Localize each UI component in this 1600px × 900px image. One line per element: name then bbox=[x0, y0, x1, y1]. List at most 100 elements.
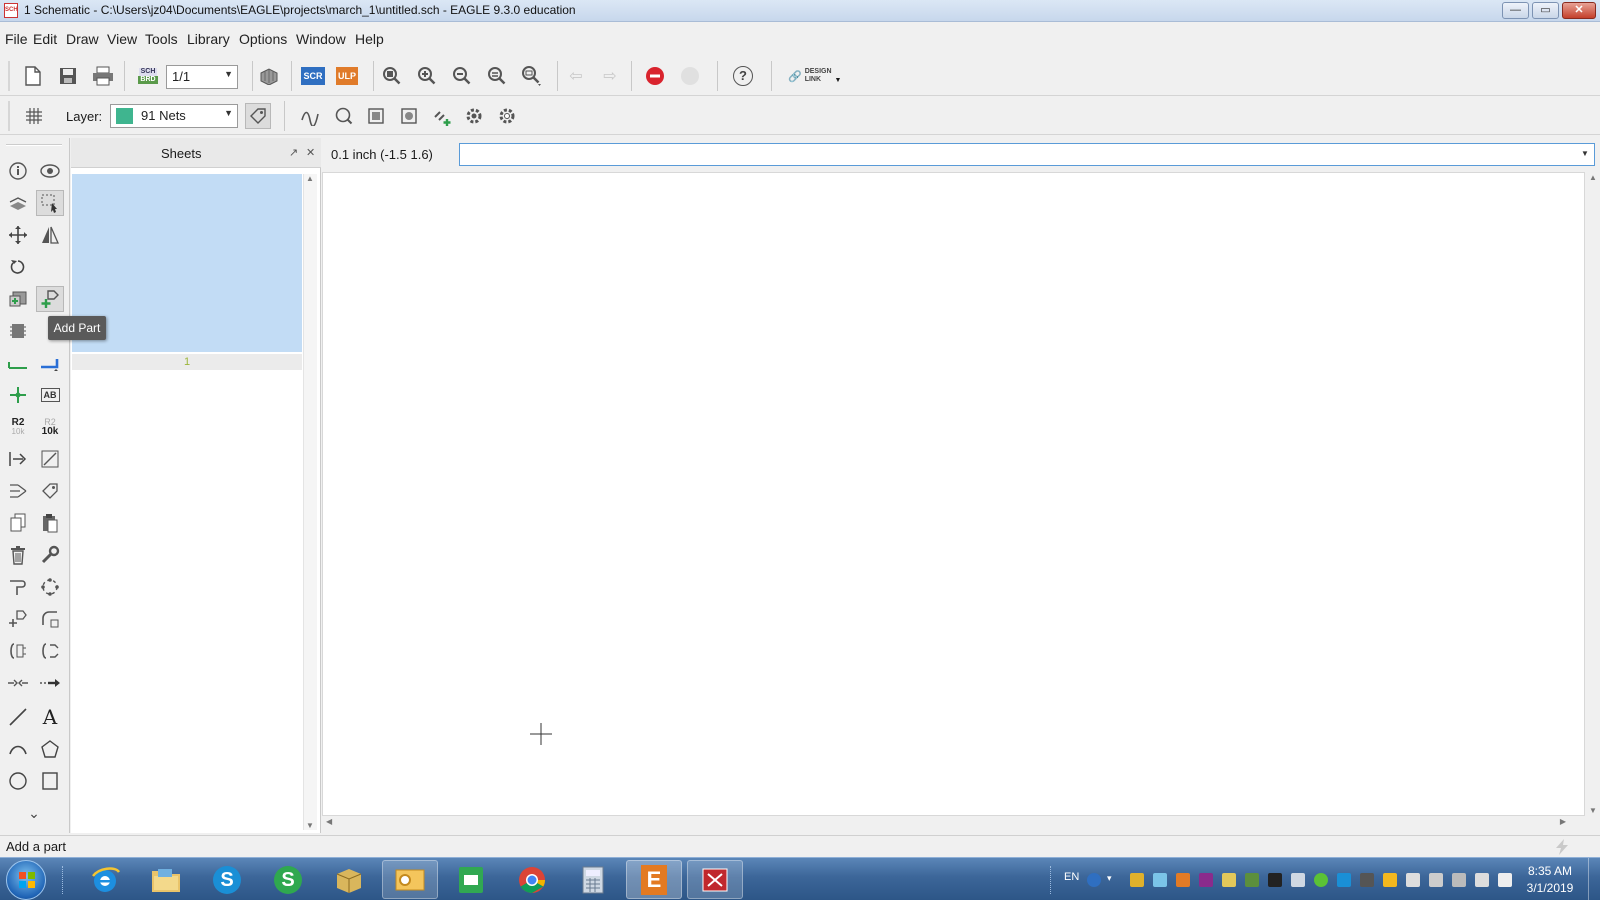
layer-select[interactable]: 91 Nets ▼ bbox=[110, 104, 238, 128]
zoom-in-icon[interactable] bbox=[414, 63, 440, 89]
menu-options[interactable]: Options bbox=[239, 31, 287, 47]
volume-tray-icon[interactable] bbox=[1498, 873, 1512, 887]
tools-tray-icon[interactable] bbox=[1222, 873, 1236, 887]
optimize-icon[interactable] bbox=[36, 574, 64, 600]
more-tools-icon[interactable]: ⌄ bbox=[20, 800, 48, 826]
taskbar-skype[interactable]: S bbox=[199, 860, 255, 899]
sch-brd-switch-icon[interactable]: SCH BRD bbox=[135, 63, 161, 89]
redo-icon[interactable]: ⇨ bbox=[597, 63, 623, 89]
add-part-icon[interactable] bbox=[36, 286, 64, 312]
wire-bend-icon[interactable] bbox=[297, 103, 323, 129]
canvas-vertical-scrollbar[interactable]: ▲ ▼ bbox=[1586, 172, 1600, 816]
menu-library[interactable]: Library bbox=[187, 31, 230, 47]
tag-icon[interactable] bbox=[245, 103, 271, 129]
mirror-icon[interactable] bbox=[36, 222, 64, 248]
zoom-select-icon[interactable] bbox=[519, 63, 545, 89]
print-icon[interactable] bbox=[90, 63, 116, 89]
draw-wire-icon[interactable] bbox=[4, 704, 32, 730]
flag-tray-icon[interactable] bbox=[1406, 873, 1420, 887]
menu-help[interactable]: Help bbox=[355, 31, 384, 47]
menu-tools[interactable]: Tools bbox=[145, 31, 178, 47]
taskbar-chrome[interactable] bbox=[504, 860, 560, 899]
save-icon[interactable] bbox=[55, 63, 81, 89]
magnify-bolt-icon[interactable] bbox=[331, 103, 357, 129]
keyboard-tray-icon[interactable] bbox=[1291, 873, 1305, 887]
help-tray-icon[interactable] bbox=[1087, 873, 1101, 887]
sheet-select[interactable]: 1/1 ▼ bbox=[166, 65, 238, 89]
language-indicator[interactable]: EN bbox=[1064, 871, 1079, 883]
rectangle-icon[interactable] bbox=[36, 768, 64, 794]
split-icon[interactable] bbox=[4, 574, 32, 600]
group-select-icon[interactable] bbox=[36, 190, 64, 216]
taskbar-package-app[interactable] bbox=[321, 860, 377, 899]
menu-view[interactable]: View bbox=[107, 31, 137, 47]
taskbar-spreadsheet-app[interactable]: S bbox=[260, 860, 316, 899]
network-share-tray-icon[interactable] bbox=[1153, 873, 1167, 887]
maximize-button[interactable]: ▭ bbox=[1532, 2, 1559, 19]
paste-icon[interactable] bbox=[36, 510, 64, 536]
minimize-button[interactable]: — bbox=[1502, 2, 1529, 19]
copy-group-icon[interactable] bbox=[4, 286, 32, 312]
zoom-redraw-icon[interactable] bbox=[484, 63, 510, 89]
undo-icon[interactable]: ⇦ bbox=[563, 63, 589, 89]
menu-window[interactable]: Window bbox=[296, 31, 346, 47]
menu-edit[interactable]: Edit bbox=[33, 31, 57, 47]
delete-icon[interactable] bbox=[4, 542, 32, 568]
network-tray-icon[interactable] bbox=[1475, 873, 1489, 887]
run-ulp-icon[interactable]: ULP bbox=[334, 63, 360, 89]
sheet-thumbnail[interactable] bbox=[72, 174, 302, 352]
help-icon[interactable]: ? bbox=[730, 63, 756, 89]
start-button[interactable] bbox=[6, 860, 46, 900]
label-icon[interactable]: AB bbox=[36, 382, 64, 408]
taskbar-calculator[interactable] bbox=[565, 860, 621, 899]
onenote-tray-icon[interactable] bbox=[1199, 873, 1213, 887]
layers-icon[interactable] bbox=[4, 190, 32, 216]
scroll-right-icon[interactable]: ▶ bbox=[1560, 817, 1566, 826]
devices-tray-icon[interactable] bbox=[1429, 873, 1443, 887]
attribute-tag-icon[interactable] bbox=[36, 478, 64, 504]
menu-file[interactable]: File bbox=[5, 31, 28, 47]
schematic-canvas[interactable] bbox=[322, 172, 1585, 816]
show-desktop-button[interactable] bbox=[1588, 858, 1600, 900]
settings-icon[interactable] bbox=[461, 103, 487, 129]
scroll-down-icon[interactable]: ▼ bbox=[1589, 806, 1597, 815]
close-button[interactable]: ✕ bbox=[1562, 2, 1596, 19]
change-icon[interactable] bbox=[36, 638, 64, 664]
circle-icon[interactable] bbox=[4, 768, 32, 794]
skype-tray-icon[interactable] bbox=[1337, 873, 1351, 887]
grid-icon[interactable] bbox=[21, 103, 47, 129]
arc-icon[interactable] bbox=[4, 736, 32, 762]
taskbar-file-explorer[interactable] bbox=[138, 860, 194, 899]
add-link-icon[interactable] bbox=[429, 103, 455, 129]
close-panel-icon[interactable]: ✕ bbox=[306, 146, 315, 159]
stop-icon[interactable] bbox=[642, 63, 668, 89]
board-3d-icon[interactable] bbox=[256, 63, 282, 89]
polygon-icon[interactable] bbox=[36, 736, 64, 762]
zoom-out-icon[interactable] bbox=[449, 63, 475, 89]
zoom-fit-icon[interactable] bbox=[379, 63, 405, 89]
printer-tray-icon[interactable] bbox=[1360, 873, 1374, 887]
settings-alt-icon[interactable] bbox=[494, 103, 520, 129]
menu-draw[interactable]: Draw bbox=[66, 31, 99, 47]
components-icon[interactable] bbox=[363, 103, 389, 129]
canvas-horizontal-scrollbar[interactable]: ◀ ▶ bbox=[322, 816, 1586, 830]
draw-line-icon[interactable] bbox=[36, 446, 64, 472]
miter-icon[interactable] bbox=[36, 606, 64, 632]
scroll-left-icon[interactable]: ◀ bbox=[326, 817, 332, 826]
text-icon[interactable]: A bbox=[36, 704, 64, 730]
copy-icon[interactable] bbox=[4, 510, 32, 536]
invoke-icon[interactable] bbox=[4, 638, 32, 664]
security-tray-icon[interactable] bbox=[1130, 873, 1144, 887]
junction-icon[interactable] bbox=[4, 382, 32, 408]
move-icon[interactable] bbox=[4, 222, 32, 248]
clock-time[interactable]: 8:35 AM bbox=[1518, 864, 1582, 878]
sheets-scrollbar[interactable]: ▲ ▼ bbox=[303, 174, 317, 830]
info-icon[interactable] bbox=[4, 158, 32, 184]
grid-tray-icon[interactable] bbox=[1245, 873, 1259, 887]
value-icon[interactable]: R2 10k bbox=[36, 414, 64, 440]
taskbar-eagle[interactable]: E bbox=[626, 860, 682, 899]
rotate-icon[interactable] bbox=[4, 254, 32, 280]
tray-expand-icon[interactable]: ▾ bbox=[1107, 873, 1121, 887]
command-input[interactable] bbox=[459, 143, 1595, 166]
media-tray-icon[interactable] bbox=[1268, 873, 1282, 887]
